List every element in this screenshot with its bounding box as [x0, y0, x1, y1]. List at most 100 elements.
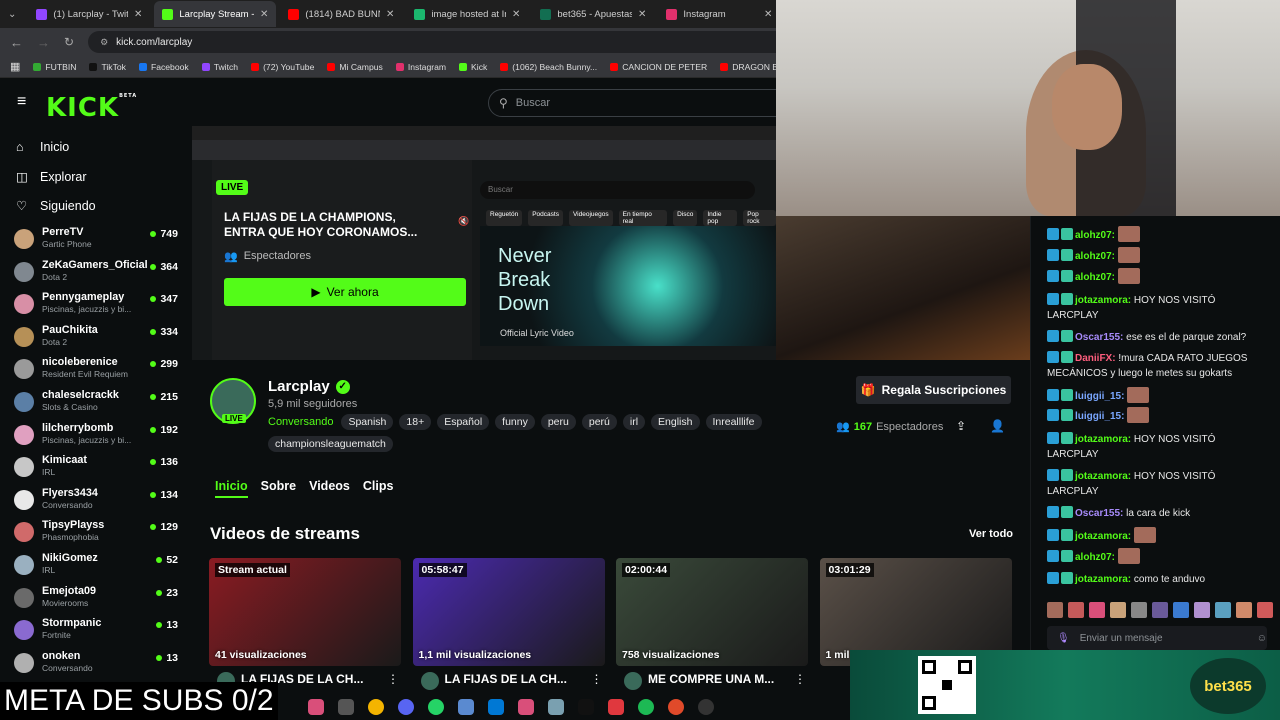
- browser-tab[interactable]: (1814) BAD BUNNY ✕: [280, 1, 402, 27]
- menu-icon[interactable]: ≡: [17, 94, 31, 110]
- tiktok-icon[interactable]: [578, 699, 594, 715]
- browser-tab[interactable]: (1) Larcplay - Twitch ✕: [28, 1, 150, 27]
- see-all-link[interactable]: Ver todo: [969, 528, 1013, 540]
- followed-channel[interactable]: NikiGomez IRL 52: [14, 552, 178, 584]
- watch-now-button[interactable]: ▶ Ver ahora: [224, 278, 466, 306]
- mic-icon[interactable]: 🎙: [1057, 633, 1070, 644]
- share-icon[interactable]: ⇪: [956, 419, 966, 433]
- close-tab-icon[interactable]: ✕: [638, 9, 646, 20]
- app-icon[interactable]: [608, 699, 624, 715]
- emote-icon[interactable]: [1236, 602, 1252, 618]
- followed-channel[interactable]: Emejota09 Movierooms 23: [14, 585, 178, 617]
- stream-tag[interactable]: 18+: [399, 414, 432, 430]
- app-icon[interactable]: [668, 699, 684, 715]
- stream-tag[interactable]: Spanish: [341, 414, 394, 430]
- bookmark-item[interactable]: CANCION DE PETER: [610, 62, 707, 72]
- browser-tab[interactable]: bet365 - Apuestas de ✕: [532, 1, 654, 27]
- bookmark-item[interactable]: (1062) Beach Bunny...: [500, 62, 597, 72]
- video-thumbnail[interactable]: Stream actual 41 visualizaciones: [209, 558, 401, 666]
- bookmark-item[interactable]: Kick: [459, 62, 487, 72]
- close-tab-icon[interactable]: ✕: [386, 9, 394, 20]
- profile-tab[interactable]: Clips: [363, 479, 394, 498]
- emote-icon[interactable]: [1257, 602, 1273, 618]
- stream-tag[interactable]: English: [651, 414, 700, 430]
- whatsapp-icon[interactable]: [428, 699, 444, 715]
- url-field[interactable]: ⚙ kick.com/larcplay: [88, 31, 883, 53]
- bookmark-item[interactable]: Instagram: [395, 62, 446, 72]
- emote-icon[interactable]: [1089, 602, 1105, 618]
- chat-username[interactable]: Oscar155:: [1075, 508, 1123, 519]
- kick-logo[interactable]: KICKBETA: [46, 93, 137, 123]
- followed-channel[interactable]: lilcherrybomb Piscinas, jacuzzis y bi... 1…: [14, 422, 178, 454]
- followed-channel[interactable]: Flyers3434 Conversando 134: [14, 487, 178, 519]
- video-thumbnail[interactable]: 02:00:44 758 visualizaciones: [616, 558, 808, 666]
- bookmark-item[interactable]: Facebook: [138, 62, 189, 72]
- mute-icon[interactable]: 🔇: [458, 216, 469, 227]
- more-options-icon[interactable]: ⋮: [794, 672, 806, 686]
- stream-tag[interactable]: peru: [540, 414, 576, 430]
- chrome-icon[interactable]: [368, 699, 384, 715]
- close-tab-icon[interactable]: ✕: [134, 9, 142, 20]
- stream-tag[interactable]: Inrealllife: [705, 414, 762, 430]
- followed-channel[interactable]: chaleselcrackk Slots & Casino 215: [14, 389, 178, 421]
- emote-icon[interactable]: [1194, 602, 1210, 618]
- follow-user-icon[interactable]: 👤: [990, 419, 1005, 433]
- bookmark-item[interactable]: (72) YouTube: [251, 62, 314, 72]
- followed-channel[interactable]: Kimicaat IRL 136: [14, 454, 178, 486]
- obs-icon[interactable]: [698, 699, 714, 715]
- apps-grid-icon[interactable]: ▦: [10, 60, 20, 73]
- gift-subs-button[interactable]: 🎁 Regala Suscripciones: [856, 376, 1011, 404]
- stream-tag[interactable]: perú: [581, 414, 617, 430]
- spotify-icon[interactable]: [638, 699, 654, 715]
- close-tab-icon[interactable]: ✕: [764, 9, 772, 20]
- stream-tag[interactable]: irl: [622, 414, 646, 430]
- video-title[interactable]: LA FIJAS DE LA CH...: [445, 672, 585, 686]
- chat-input[interactable]: 🎙 Enviar un mensaje ☺: [1047, 626, 1267, 650]
- app-icon[interactable]: [338, 699, 354, 715]
- bookmark-item[interactable]: Mi Campus: [327, 62, 383, 72]
- followed-channel[interactable]: PauChikita Dota 2 334: [14, 324, 178, 356]
- close-tab-icon[interactable]: ✕: [512, 9, 520, 20]
- stream-tag[interactable]: championsleaguematch: [268, 436, 393, 452]
- followed-channel[interactable]: Pennygameplay Piscinas, jacuzzis y bi... 3…: [14, 291, 178, 323]
- calculator-icon[interactable]: [458, 699, 474, 715]
- followed-channel[interactable]: ZeKaGamers_Oficial Dota 2 364: [14, 259, 178, 291]
- chat-username[interactable]: alohz07:: [1075, 230, 1115, 241]
- stream-tag[interactable]: funny: [495, 414, 535, 430]
- emote-icon[interactable]: [1068, 602, 1084, 618]
- followed-channel[interactable]: TipsyPlayss Phasmophobia 129: [14, 519, 178, 551]
- chat-username[interactable]: luiggii_15:: [1075, 391, 1124, 402]
- bookmark-item[interactable]: TikTok: [89, 62, 126, 72]
- bookmark-item[interactable]: Twitch: [201, 62, 238, 72]
- discord-icon[interactable]: [398, 699, 414, 715]
- video-title[interactable]: ME COMPRE UNA M...: [648, 672, 788, 686]
- chat-username[interactable]: luiggii_15:: [1075, 411, 1124, 422]
- chat-username[interactable]: jotazamora:: [1075, 295, 1131, 306]
- emote-icon[interactable]: [1047, 602, 1063, 618]
- site-info-icon[interactable]: ⚙: [100, 37, 108, 48]
- outlook-icon[interactable]: [488, 699, 504, 715]
- nav-inicio[interactable]: ⌂ Inicio: [16, 140, 69, 154]
- emote-icon[interactable]: [1152, 602, 1168, 618]
- more-options-icon[interactable]: ⋮: [387, 672, 399, 686]
- back-icon[interactable]: ←: [10, 35, 23, 50]
- followed-channel[interactable]: PerreTV Gartic Phone 749: [14, 226, 178, 258]
- chat-username[interactable]: Oscar155:: [1075, 332, 1123, 343]
- stream-tag[interactable]: Español: [437, 414, 490, 430]
- emote-icon[interactable]: [1110, 602, 1126, 618]
- followed-channel[interactable]: Stormpanic Fortnite 13: [14, 617, 178, 649]
- browser-tab[interactable]: image hosted at Img ✕: [406, 1, 528, 27]
- chat-username[interactable]: alohz07:: [1075, 251, 1115, 262]
- more-options-icon[interactable]: ⋮: [591, 672, 603, 686]
- close-tab-icon[interactable]: ✕: [260, 9, 268, 20]
- followed-channel[interactable]: nicoleberenice Resident Evil Requiem 299: [14, 356, 178, 388]
- browser-tab[interactable]: Instagram ✕: [658, 1, 780, 27]
- video-thumbnail[interactable]: 05:58:47 1,1 mil visualizaciones: [412, 558, 605, 666]
- profile-tab[interactable]: Videos: [309, 479, 350, 498]
- chat-username[interactable]: jotazamora:: [1075, 471, 1131, 482]
- followed-channel[interactable]: onoken Conversando 13: [14, 650, 178, 682]
- emote-icon[interactable]: [1215, 602, 1231, 618]
- emoji-icon[interactable]: ☺: [1257, 633, 1267, 644]
- bookmark-item[interactable]: FUTBIN: [33, 62, 76, 72]
- chat-username[interactable]: alohz07:: [1075, 272, 1115, 283]
